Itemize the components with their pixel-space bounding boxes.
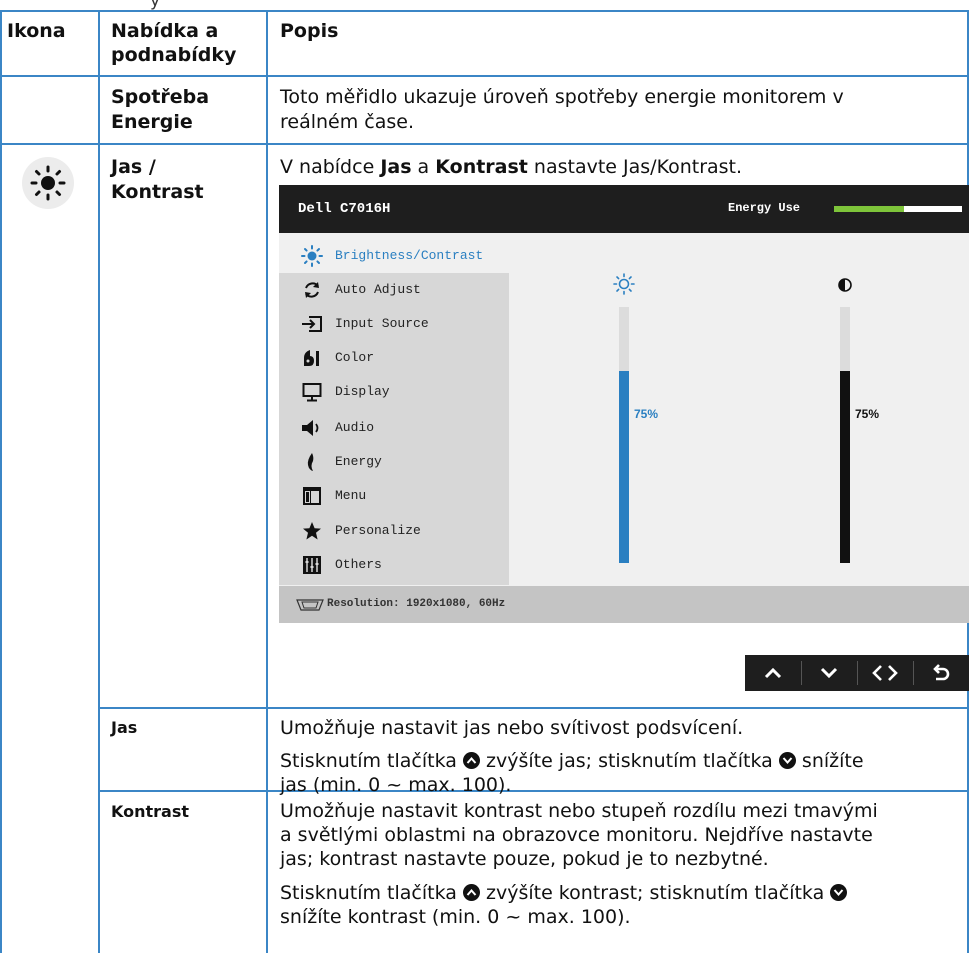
contrast-slider[interactable] [840,307,850,563]
vga-connector-icon [295,597,325,611]
energy-use-label: Energy Use [728,201,801,215]
menu-item-color[interactable]: Color [279,341,509,375]
energy-desc-1: Toto měřidlo ukazuje úroveň spotřeby ene… [280,86,844,108]
left-right-icon[interactable] [857,655,913,691]
speaker-icon [301,417,323,439]
table-divider [266,10,268,953]
jas-desc-3: jas (min. 0 ~ max. 100). [280,774,512,796]
jas-desc-2: Stisknutím tlačítka zvýšíte jas; stisknu… [280,750,864,772]
brightness-slider-icon [613,273,635,295]
table-divider [0,75,969,77]
menu-item-energy[interactable]: Energy [279,445,509,479]
menu-icon [301,485,323,507]
osd-header: Dell C7016H Energy Use [279,185,969,233]
display-icon [301,381,323,403]
osd-menu-screenshot: Dell C7016H Energy Use Brightness/Contra… [279,185,969,623]
sun-icon [301,245,323,267]
contrast-icon [838,277,852,292]
resolution-label: Resolution: 1920x1080, 60Hz [327,598,506,610]
menu-item-input-source[interactable]: Input Source [279,307,509,341]
energy-menu-1: Spotřeba [111,86,210,108]
brightness-slider-fill [619,371,629,563]
energy-use-meter [834,206,962,212]
auto-adjust-icon [301,279,323,301]
brightness-slider[interactable] [619,307,629,563]
kontrast-desc-1: Umožňuje nastavit kontrast nebo stupeň r… [280,800,878,822]
contrast-slider-fill [840,371,850,563]
osd-menu-list: Brightness/Contrast Auto Adjust Input So… [279,239,509,585]
menu-item-label: Display [335,384,390,399]
back-icon[interactable] [913,655,969,691]
energy-icon [301,451,323,473]
table-divider [98,707,969,709]
brightness-menu-1: Jas / [111,156,156,178]
menu-item-menu[interactable]: Menu [279,479,509,513]
brightness-value: 75% [634,407,659,421]
contrast-value: 75% [855,407,880,421]
up-icon[interactable] [745,655,801,691]
star-icon [301,520,323,542]
menu-item-label: Others [335,557,382,572]
menu-item-label: Brightness/Contrast [335,248,484,263]
down-button-icon [830,884,848,901]
energy-desc-2: reálném čase. [280,111,415,133]
menu-item-brightness-contrast[interactable]: Brightness/Contrast [279,239,509,273]
kontrast-menu: Kontrast [111,802,190,821]
menu-item-others[interactable]: Others [279,548,509,582]
menu-item-audio[interactable]: Audio [279,411,509,445]
energy-menu-2: Energie [111,111,193,133]
table-divider [0,143,969,145]
kontrast-desc-5: snížíte kontrast (min. 0 ~ max. 100). [280,906,631,928]
kontrast-desc-4: Stisknutím tlačítka zvýšíte kontrast; st… [280,881,848,905]
header-description: Popis [280,20,339,42]
menu-item-label: Input Source [335,316,429,331]
sun-icon [22,157,74,209]
menu-item-personalize[interactable]: Personalize [279,514,509,548]
header-menu-1: Nabídka a [111,20,219,42]
header-icon: Ikona [7,20,66,42]
kontrast-desc-3: jas; kontrast nastavte pouze, pokud je t… [280,848,769,870]
menu-item-label: Menu [335,488,367,503]
others-icon [301,554,323,576]
down-icon[interactable] [801,655,857,691]
table-border [0,10,969,12]
down-button-icon [778,752,796,769]
table-divider [98,790,969,792]
osd-title: Dell C7016H [298,201,391,217]
jas-menu: Jas [111,718,138,737]
up-button-icon [462,884,480,901]
osd-status-bar: Resolution: 1920x1080, 60Hz [279,586,969,623]
menu-item-label: Auto Adjust [335,282,421,297]
brightness-menu-2: Kontrast [111,181,204,203]
table-border [0,10,2,953]
menu-item-auto-adjust[interactable]: Auto Adjust [279,273,509,307]
menu-item-label: Personalize [335,523,421,538]
color-icon [301,347,323,369]
energy-use-fill [834,206,905,212]
menu-item-label: Audio [335,420,375,435]
menu-item-display[interactable]: Display [279,375,509,409]
menu-item-label: Color [335,350,375,365]
header-menu-2: podnabídky [111,44,237,66]
osd-nav-buttons [745,655,969,691]
input-source-icon [301,313,323,335]
brightness-desc: V nabídce Jas a Kontrast nastavte Jas/Ko… [280,156,743,178]
menu-item-label: Energy [335,454,382,469]
kontrast-desc-2: a světlými oblastmi na obrazovce monitor… [280,824,873,846]
table-divider [98,10,100,953]
jas-desc-1: Umožňuje nastavit jas nebo svítivost pod… [280,717,744,739]
up-button-icon [462,752,480,769]
